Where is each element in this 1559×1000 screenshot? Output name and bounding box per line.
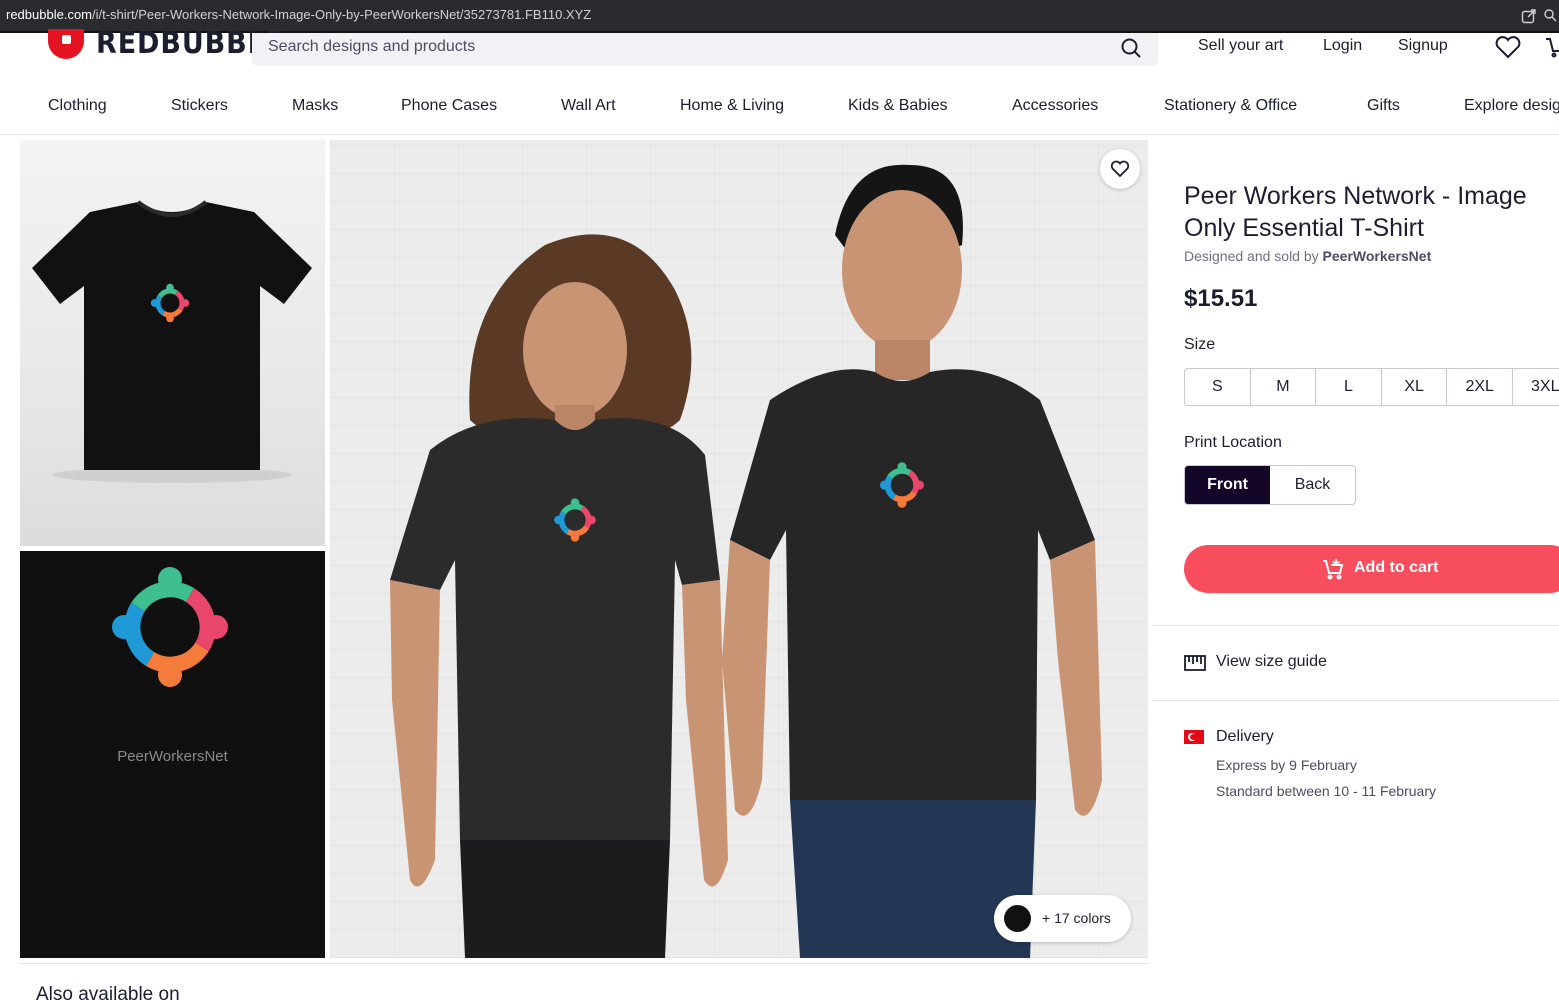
share-icon[interactable] xyxy=(1521,8,1537,24)
add-cart-icon xyxy=(1323,559,1344,580)
search-icon[interactable] xyxy=(1120,37,1142,59)
search-placeholder: Search designs and products xyxy=(268,38,476,55)
size-label: Size xyxy=(1184,336,1216,353)
divider xyxy=(1152,700,1559,701)
add-to-cart-button[interactable]: Add to cart xyxy=(1184,545,1559,593)
divider xyxy=(1152,625,1559,626)
designer-link[interactable]: PeerWorkersNet xyxy=(1323,248,1432,264)
size-option-l[interactable]: L xyxy=(1316,369,1382,405)
size-selector: S M L XL 2XL 3XL xyxy=(1184,368,1559,406)
tshirt-flat-image xyxy=(32,200,312,483)
nav-item-kids-babies[interactable]: Kids & Babies xyxy=(848,97,948,115)
design-brand-text: PeerWorkersNet xyxy=(117,748,228,765)
sell-your-art-link[interactable]: Sell your art xyxy=(1198,37,1283,55)
category-nav: Clothing Stickers Masks Phone Cases Wall… xyxy=(0,97,1559,123)
delivery-standard: Standard between 10 - 11 February xyxy=(1216,783,1436,799)
thumbnail-tshirt-flat[interactable] xyxy=(20,140,325,546)
product-title: Peer Workers Network - Image Only Essent… xyxy=(1184,182,1527,242)
designer-prefix: Designed and sold by xyxy=(1184,248,1319,264)
cart-icon[interactable] xyxy=(1544,35,1559,59)
turkey-flag-icon xyxy=(1184,730,1204,744)
nav-item-masks[interactable]: Masks xyxy=(292,97,338,115)
color-swatch-black xyxy=(1004,905,1031,932)
nav-item-wall-art[interactable]: Wall Art xyxy=(561,97,616,115)
signup-link[interactable]: Signup xyxy=(1398,37,1448,55)
size-option-m[interactable]: M xyxy=(1251,369,1317,405)
ruler-icon xyxy=(1184,655,1206,671)
nav-item-explore-designs[interactable]: Explore designs xyxy=(1464,97,1559,115)
nav-item-phone-cases[interactable]: Phone Cases xyxy=(401,97,497,115)
heart-icon xyxy=(1110,160,1130,178)
delivery-title: Delivery xyxy=(1216,728,1274,745)
more-colors-label: + 17 colors xyxy=(1042,910,1111,926)
nav-item-home-living[interactable]: Home & Living xyxy=(680,97,784,115)
nav-item-stationery-office[interactable]: Stationery & Office xyxy=(1164,97,1297,115)
product-details-panel: Peer Workers Network - Image Only Essent… xyxy=(1152,140,1559,1000)
url-text[interactable]: redbubble.com/i/t-shirt/Peer-Workers-Net… xyxy=(6,7,591,22)
favorites-heart-icon[interactable] xyxy=(1494,35,1522,59)
add-to-favorites-button[interactable] xyxy=(1100,149,1140,189)
site-header: REDBUBBLE Search designs and products Se… xyxy=(0,29,1559,135)
also-available-heading: Also available on xyxy=(36,984,180,1000)
models-wearing-tshirts-image xyxy=(390,164,1102,958)
size-option-2xl[interactable]: 2XL xyxy=(1447,369,1513,405)
print-back-option[interactable]: Back xyxy=(1270,466,1355,504)
product-price: $15.51 xyxy=(1184,285,1258,312)
nav-item-gifts[interactable]: Gifts xyxy=(1367,97,1400,115)
print-front-option[interactable]: Front xyxy=(1185,466,1270,504)
peer-workers-logo-icon xyxy=(112,567,228,687)
size-option-3xl[interactable]: 3XL xyxy=(1513,369,1559,405)
size-guide-label: View size guide xyxy=(1216,653,1327,670)
nav-item-stickers[interactable]: Stickers xyxy=(171,97,228,115)
url-host: redbubble.com xyxy=(6,7,92,22)
search-input[interactable]: Search designs and products xyxy=(252,33,1158,66)
main-product-image[interactable] xyxy=(330,140,1148,958)
url-path: /i/t-shirt/Peer-Workers-Network-Image-On… xyxy=(92,7,592,22)
print-location-toggle: Front Back xyxy=(1184,465,1356,505)
delivery-express: Express by 9 February xyxy=(1216,757,1357,773)
thumbnail-design-art[interactable]: PeerWorkersNet xyxy=(20,551,325,958)
designer-credit: Designed and sold by PeerWorkersNet xyxy=(1184,248,1431,264)
size-option-xl[interactable]: XL xyxy=(1382,369,1448,405)
browser-menu-icon[interactable] xyxy=(1543,8,1557,24)
login-link[interactable]: Login xyxy=(1323,37,1362,55)
print-location-label: Print Location xyxy=(1184,434,1282,451)
size-option-s[interactable]: S xyxy=(1185,369,1251,405)
redbubble-logo-icon xyxy=(48,29,84,59)
add-to-cart-label: Add to cart xyxy=(1354,559,1439,576)
also-available-section: Also available on xyxy=(20,963,1148,1000)
nav-item-accessories[interactable]: Accessories xyxy=(1012,97,1098,115)
nav-item-clothing[interactable]: Clothing xyxy=(48,97,107,115)
color-picker-button[interactable]: + 17 colors xyxy=(994,895,1131,942)
